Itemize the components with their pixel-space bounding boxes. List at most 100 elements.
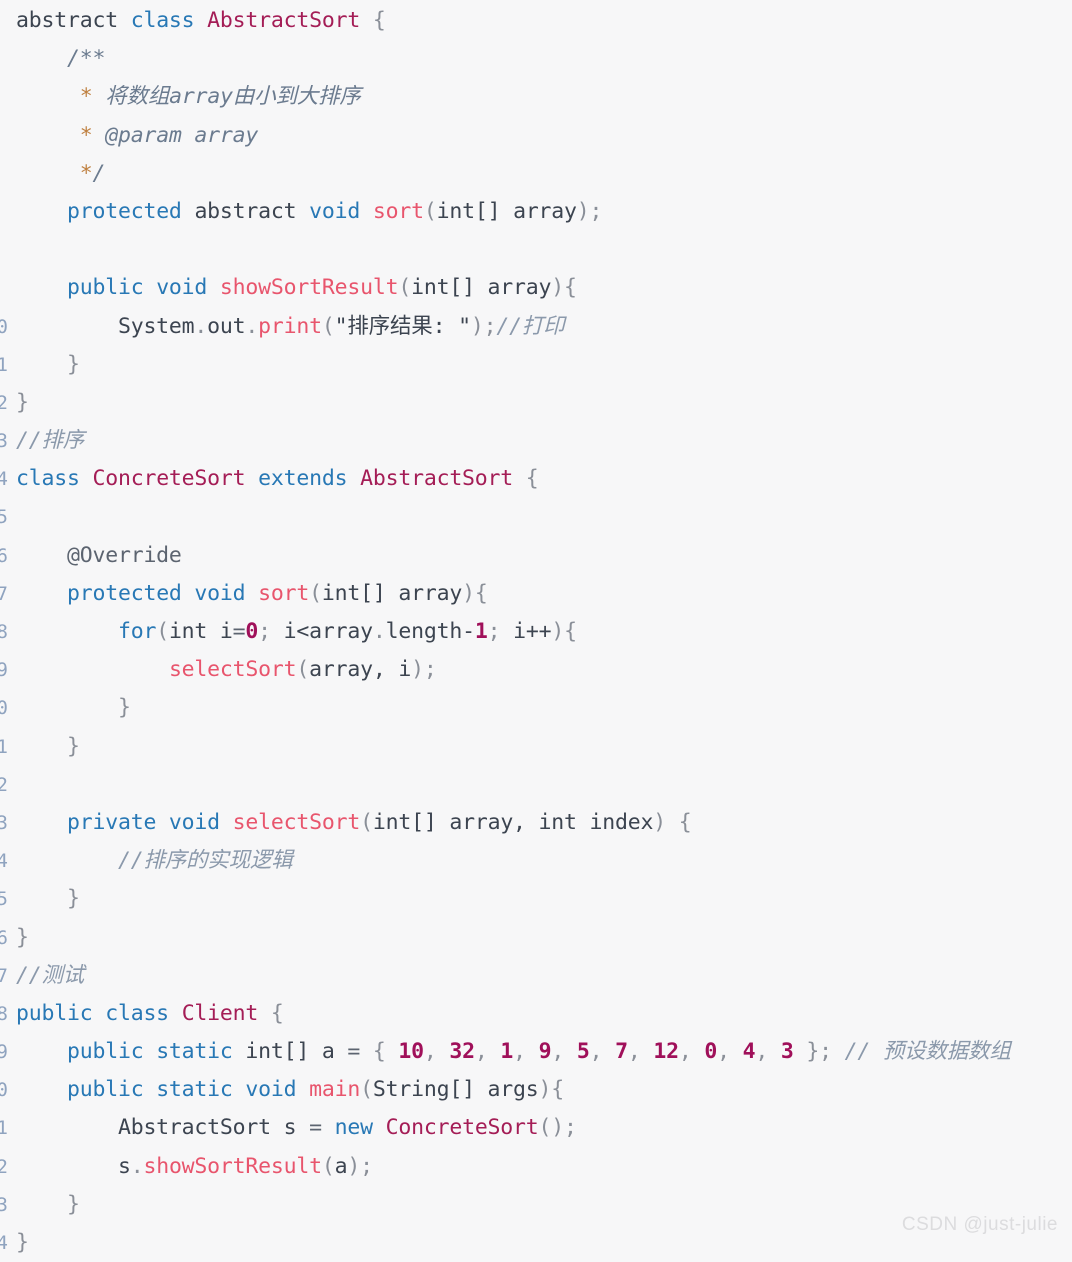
line-number: 9 [0, 1041, 8, 1064]
code-line-text[interactable]: for(int i=0; i<array.length-1; i++){ [8, 613, 1072, 651]
code-line[interactable]: 0 } [0, 689, 1072, 727]
token-punct: ( [321, 1153, 335, 1179]
code-line-text[interactable]: */ [8, 155, 1072, 193]
code-line[interactable]: */ [0, 155, 1072, 193]
code-line-text[interactable]: } [8, 919, 1072, 957]
code-line-text[interactable]: } [8, 880, 1072, 918]
token-num: 7 [615, 1039, 628, 1065]
code-line-text[interactable]: private void selectSort(int[] array, int… [8, 804, 1072, 842]
token-op: = [309, 1115, 335, 1141]
token-punct: . [194, 313, 208, 339]
token-kw: private void [66, 809, 233, 835]
token-punct: . [130, 1153, 144, 1179]
token-punct: ( [423, 198, 437, 224]
token-kw: protected void [66, 580, 259, 606]
code-line-text[interactable]: //排序的实现逻辑 [8, 842, 1072, 880]
code-line[interactable]: 6 @Override [0, 537, 1072, 575]
code-line[interactable]: 2 [0, 766, 1072, 804]
code-line-text[interactable]: public static void main(String[] args){ [8, 1071, 1072, 1109]
code-line[interactable] [0, 231, 1072, 269]
code-line[interactable]: 9 public static int[] a = { 10, 32, 1, 9… [0, 1033, 1072, 1071]
code-line-text[interactable]: /** [8, 40, 1072, 78]
code-line[interactable]: 0 public static void main(String[] args)… [0, 1071, 1072, 1109]
code-line[interactable]: 7 protected void sort(int[] array){ [0, 575, 1072, 613]
code-line-text[interactable]: } [8, 384, 1072, 422]
code-line[interactable]: 8 public class Client { [0, 995, 1072, 1033]
code-line-text[interactable]: public class Client { [8, 995, 1072, 1033]
code-line[interactable]: 3 private void selectSort(int[] array, i… [0, 804, 1072, 842]
code-line[interactable]: 5 } [0, 880, 1072, 918]
code-line[interactable]: 2} [0, 384, 1072, 422]
token-type: AbstractSort [360, 466, 514, 492]
code-line[interactable]: 4 //排序的实现逻辑 [0, 842, 1072, 880]
code-line-text[interactable]: AbstractSort s = new ConcreteSort(); [8, 1109, 1072, 1147]
token-plain: int[] array [436, 198, 577, 224]
token-cmt: //排序 [16, 428, 85, 454]
token-plain: String[] args [372, 1077, 539, 1103]
token-type: ConcreteSort [385, 1115, 539, 1141]
code-line[interactable]: /** [0, 40, 1072, 78]
token-cmt: //排序的实现逻辑 [16, 848, 293, 874]
token-punct: ) { [653, 809, 692, 835]
line-number: 0 [0, 1079, 8, 1102]
code-line[interactable]: 8 for(int i=0; i<array.length-1; i++){ [0, 613, 1072, 651]
watermark: CSDN @just-julie [901, 1214, 1058, 1235]
code-line[interactable]: 1 } [0, 346, 1072, 384]
code-line[interactable]: * 将数组array由小到大排序 [0, 78, 1072, 116]
code-line-text[interactable]: class ConcreteSort extends AbstractSort … [8, 460, 1072, 498]
line-number: 2 [0, 391, 8, 414]
token-plain: int[] array [321, 580, 463, 606]
code-line[interactable]: 3 //排序 [0, 422, 1072, 460]
code-line-text[interactable]: public static int[] a = { 10, 32, 1, 9, … [8, 1033, 1072, 1071]
code-line-text[interactable]: selectSort(array, i); [8, 651, 1072, 689]
token-punct: ){ [551, 275, 577, 301]
line-number: 0 [0, 697, 8, 720]
code-line[interactable]: 1 } [0, 728, 1072, 766]
code-line-text[interactable]: public void showSortResult(int[] array){ [8, 269, 1072, 307]
code-line-text[interactable]: } [8, 728, 1072, 766]
code-line-text[interactable]: //排序 [8, 422, 1072, 460]
code-line-text[interactable]: System.out.print("排序结果: ");//打印 [8, 308, 1072, 346]
code-line[interactable]: * @param array [0, 117, 1072, 155]
code-line[interactable]: 2 s.showSortResult(a); [0, 1148, 1072, 1186]
code-line-text[interactable]: * 将数组array由小到大排序 [8, 78, 1072, 116]
code-line-text[interactable]: abstract class AbstractSort { [8, 2, 1072, 40]
token-cmt: // 预设数据数组 [844, 1039, 1011, 1065]
code-viewer[interactable]: abstract class AbstractSort { /** * 将数组a… [0, 0, 1072, 1255]
token-punct: ( [360, 809, 373, 835]
code-line-text[interactable]: //测试 [8, 957, 1072, 995]
token-punct: , [678, 1039, 705, 1065]
token-plain: array, i [309, 657, 412, 683]
line-number: 3 [0, 811, 8, 834]
code-line[interactable]: 0 System.out.print("排序结果: ");//打印 [0, 308, 1072, 346]
code-line[interactable]: abstract class AbstractSort { [0, 2, 1072, 40]
token-punct: } [16, 886, 80, 912]
code-line[interactable]: public void showSortResult(int[] array){ [0, 269, 1072, 307]
token-punct: , [755, 1039, 781, 1065]
token-kw: public static void [66, 1077, 310, 1103]
code-line-text[interactable]: protected abstract void sort(int[] array… [8, 193, 1072, 231]
code-line-text[interactable]: * @param array [8, 117, 1072, 155]
token-plain: int[] a [245, 1039, 348, 1065]
code-line[interactable]: protected abstract void sort(int[] array… [0, 193, 1072, 231]
code-line-text[interactable]: } [8, 689, 1072, 727]
token-punct: . [245, 313, 259, 339]
token-plain: abstract [16, 8, 131, 33]
code-line-text[interactable]: } [8, 346, 1072, 384]
code-line[interactable]: 4 class ConcreteSort extends AbstractSort… [0, 460, 1072, 498]
token-doc [16, 161, 80, 186]
token-plain: s [16, 1153, 131, 1179]
code-line[interactable]: 7 //测试 [0, 957, 1072, 995]
code-line[interactable]: 1 AbstractSort s = new ConcreteSort(); [0, 1109, 1072, 1147]
token-punct: ); [347, 1153, 373, 1179]
line-number: 5 [0, 506, 8, 529]
code-line[interactable]: 5 [0, 498, 1072, 536]
code-line-text[interactable]: @Override [8, 537, 1072, 575]
code-line[interactable]: 9 selectSort(array, i); [0, 651, 1072, 689]
code-line-text[interactable]: s.showSortResult(a); [8, 1148, 1072, 1186]
code-line[interactable]: 6} [0, 919, 1072, 957]
code-line-text[interactable]: protected void sort(int[] array){ [8, 575, 1072, 613]
